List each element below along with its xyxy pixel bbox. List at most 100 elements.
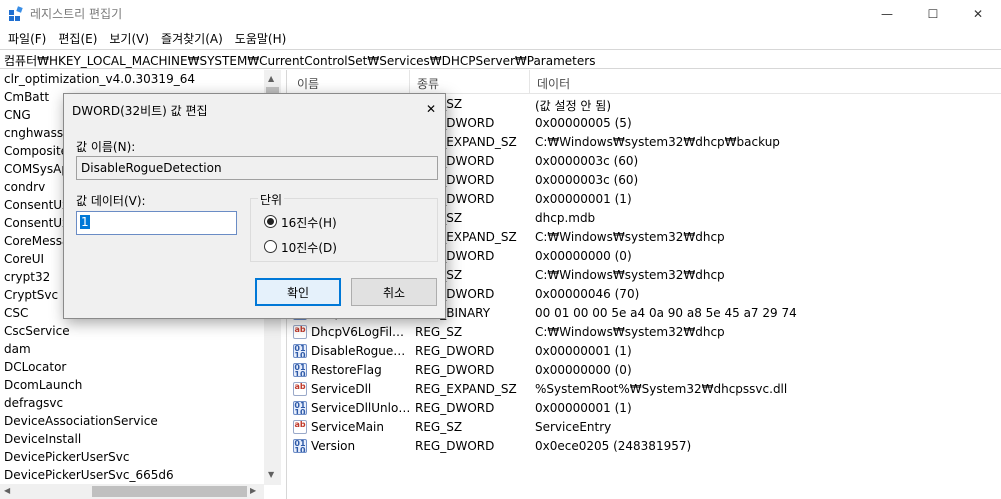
- tree-item[interactable]: CNG: [4, 108, 31, 126]
- value-name-field: DisableRogueDetection: [76, 156, 438, 180]
- scroll-left-icon[interactable]: ◀: [4, 486, 10, 495]
- list-header: 이름 종류 데이터: [289, 70, 1001, 94]
- value-data-label: 값 데이터(V):: [76, 194, 146, 208]
- value-data: 0x0ece0205 (248381957): [535, 439, 692, 453]
- hex-radio[interactable]: 16진수(H): [264, 214, 424, 230]
- value-row[interactable]: ab ServiceDll REG_EXPAND_SZ %SystemRoot%₩Sy…: [289, 380, 1001, 399]
- value-data: 0x0000003c (60): [535, 154, 639, 168]
- string-value-icon: ab: [293, 382, 307, 396]
- ok-button[interactable]: 확인: [255, 278, 341, 306]
- tree-item[interactable]: DevicePickerUserSvc: [4, 450, 129, 468]
- column-header-data[interactable]: 데이터: [537, 75, 570, 92]
- scroll-right-icon[interactable]: ▶: [250, 486, 256, 495]
- binary-value-icon: 0110: [293, 363, 307, 377]
- minimize-button[interactable]: —: [864, 0, 910, 28]
- value-data: C:₩Windows₩system32₩dhcp₩backup: [535, 135, 780, 149]
- binary-value-icon: 0110: [293, 401, 307, 415]
- value-data: ServiceEntry: [535, 420, 612, 434]
- value-row[interactable]: 01 10 RestoreFlag REG_DWORD 0x00000000 (0): [289, 361, 1001, 380]
- value-name-label: 값 이름(N):: [76, 140, 136, 154]
- scroll-down-icon[interactable]: ▼: [268, 470, 274, 479]
- title-bar: 레지스트리 편집기 — ☐ ✕: [0, 0, 1001, 28]
- column-header-name[interactable]: 이름: [297, 75, 319, 92]
- value-data: 0x00000001 (1): [535, 401, 632, 415]
- menu-file[interactable]: 파일(F): [2, 28, 52, 48]
- string-value-icon: ab: [293, 420, 307, 434]
- tree-item[interactable]: condrv: [4, 180, 45, 198]
- tree-horizontal-scrollbar[interactable]: ◀ ▶: [0, 484, 264, 499]
- radix-label: 단위: [258, 191, 285, 208]
- tree-item[interactable]: dam: [4, 342, 31, 360]
- value-row[interactable]: ab DhcpV6LogFilePath REG_SZ C:₩Windows₩syst…: [289, 323, 1001, 342]
- tree-item[interactable]: CscService: [4, 324, 70, 342]
- value-name: Version: [311, 439, 356, 453]
- value-data: C:₩Windows₩system32₩dhcp: [535, 230, 725, 244]
- column-header-type[interactable]: 종류: [417, 75, 439, 92]
- menu-view[interactable]: 보기(V): [103, 28, 155, 48]
- cancel-button[interactable]: 취소: [351, 278, 437, 306]
- tree-item[interactable]: clr_optimization_v4.0.30319_64: [4, 72, 195, 90]
- value-data: dhcp.mdb: [535, 211, 596, 225]
- menu-favorites[interactable]: 즐겨찾기(A): [155, 28, 229, 48]
- tree-item[interactable]: DeviceInstall: [4, 432, 81, 450]
- hex-label: 16진수(H): [281, 216, 337, 230]
- maximize-button[interactable]: ☐: [910, 0, 956, 28]
- menu-bar: 파일(F) 편집(E) 보기(V) 즐겨찾기(A) 도움말(H): [0, 28, 1001, 48]
- value-data: 0x00000000 (0): [535, 363, 632, 377]
- tree-item[interactable]: DcomLaunch: [4, 378, 82, 396]
- tree-item[interactable]: DeviceAssociationService: [4, 414, 158, 432]
- value-row[interactable]: ab ServiceMain REG_SZ ServiceEntry: [289, 418, 1001, 437]
- value-data: 0x00000001 (1): [535, 344, 632, 358]
- dec-radio[interactable]: 10진수(D): [264, 239, 424, 255]
- value-row[interactable]: 01 10 Version REG_DWORD 0x0ece0205 (24838195…: [289, 437, 1001, 456]
- value-name: ServiceDll: [311, 382, 372, 396]
- registry-editor-icon: [9, 6, 23, 21]
- menu-edit[interactable]: 편집(E): [52, 28, 103, 48]
- value-data: (값 설정 안 됨): [535, 99, 612, 113]
- scroll-thumb[interactable]: [92, 486, 247, 497]
- tree-item[interactable]: CoreUI: [4, 252, 44, 270]
- tree-item[interactable]: crypt32: [4, 270, 50, 288]
- radio-selected-icon: [264, 215, 277, 228]
- value-type: REG_DWORD: [415, 401, 495, 415]
- value-name: DhcpV6LogFilePath: [311, 325, 411, 339]
- value-type: REG_DWORD: [415, 363, 495, 377]
- scroll-up-icon[interactable]: ▲: [268, 74, 274, 83]
- maximize-icon: ☐: [927, 7, 939, 21]
- tree-item[interactable]: defragsvc: [4, 396, 63, 414]
- minimize-icon: —: [881, 7, 893, 21]
- menu-help[interactable]: 도움말(H): [229, 28, 293, 48]
- dialog-title: DWORD(32비트) 값 편집: [72, 104, 208, 118]
- value-data: 0x00000000 (0): [535, 249, 632, 263]
- tree-item[interactable]: CSC: [4, 306, 28, 324]
- value-name: RestoreFlag: [311, 363, 382, 377]
- value-data: 0x0000003c (60): [535, 173, 639, 187]
- value-data: C:₩Windows₩system32₩dhcp: [535, 325, 725, 339]
- dec-label: 10진수(D): [281, 241, 337, 255]
- value-type: REG_SZ: [415, 420, 463, 434]
- value-data-text: 1: [80, 215, 90, 229]
- value-data: 0x00000046 (70): [535, 287, 640, 301]
- value-type: REG_SZ: [415, 325, 463, 339]
- close-button[interactable]: ✕: [955, 0, 1001, 28]
- value-data-input[interactable]: 1: [76, 211, 237, 235]
- column-divider[interactable]: [409, 70, 410, 94]
- string-value-icon: ab: [293, 325, 307, 339]
- tree-item[interactable]: CryptSvc: [4, 288, 58, 306]
- close-icon: ✕: [425, 102, 437, 116]
- tree-item[interactable]: CmBatt: [4, 90, 49, 108]
- value-data: 0x00000005 (5): [535, 116, 632, 130]
- value-data: %SystemRoot%₩System32₩dhcpssvc.dll: [535, 382, 788, 396]
- dialog-close-button[interactable]: ✕: [420, 98, 442, 120]
- binary-value-icon: 0110: [293, 439, 307, 453]
- address-bar[interactable]: 컴퓨터₩HKEY_LOCAL_MACHINE₩SYSTEM₩CurrentCon…: [0, 49, 1001, 69]
- value-row[interactable]: 0110 ServiceDllUnloadOnStop REG_DWORD 0x000…: [289, 399, 1001, 418]
- value-type: REG_DWORD: [415, 439, 495, 453]
- tree-item[interactable]: DCLocator: [4, 360, 66, 378]
- value-data: C:₩Windows₩system32₩dhcp: [535, 268, 725, 282]
- column-divider[interactable]: [529, 70, 530, 94]
- window-title: 레지스트리 편집기: [30, 7, 123, 21]
- value-data: 0x00000001 (1): [535, 192, 632, 206]
- edit-dword-dialog: DWORD(32비트) 값 편집 ✕ 값 이름(N): DisableRogue…: [63, 93, 446, 319]
- value-row[interactable]: 0110 DisableRogueDetection REG_DWORD 0x0000…: [289, 342, 1001, 361]
